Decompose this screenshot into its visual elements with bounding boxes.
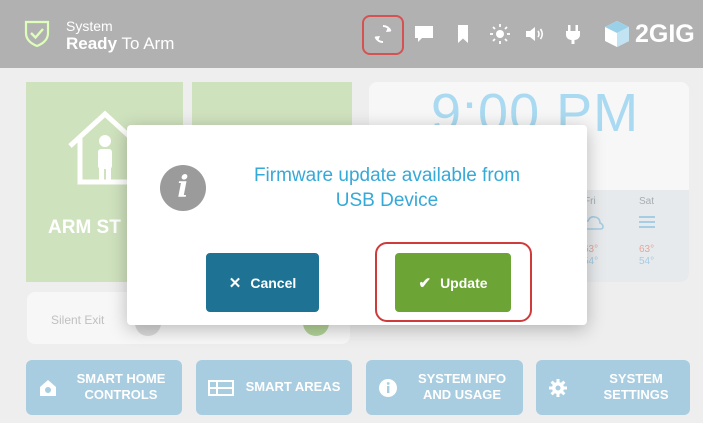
cancel-label: Cancel bbox=[250, 274, 297, 291]
close-icon: ✕ bbox=[228, 274, 242, 292]
dialog-message: Firmware update available from USB Devic… bbox=[222, 163, 552, 213]
dialog-message-line2: USB Device bbox=[335, 190, 439, 211]
home-screen: System Ready To Arm 2GIG ARM ST 9:00 PM … bbox=[0, 0, 703, 423]
info-icon: i bbox=[160, 165, 206, 211]
dialog-message-line1: Firmware update available from bbox=[253, 165, 521, 186]
update-highlight bbox=[375, 242, 532, 322]
cancel-button[interactable]: ✕ Cancel bbox=[206, 253, 319, 312]
